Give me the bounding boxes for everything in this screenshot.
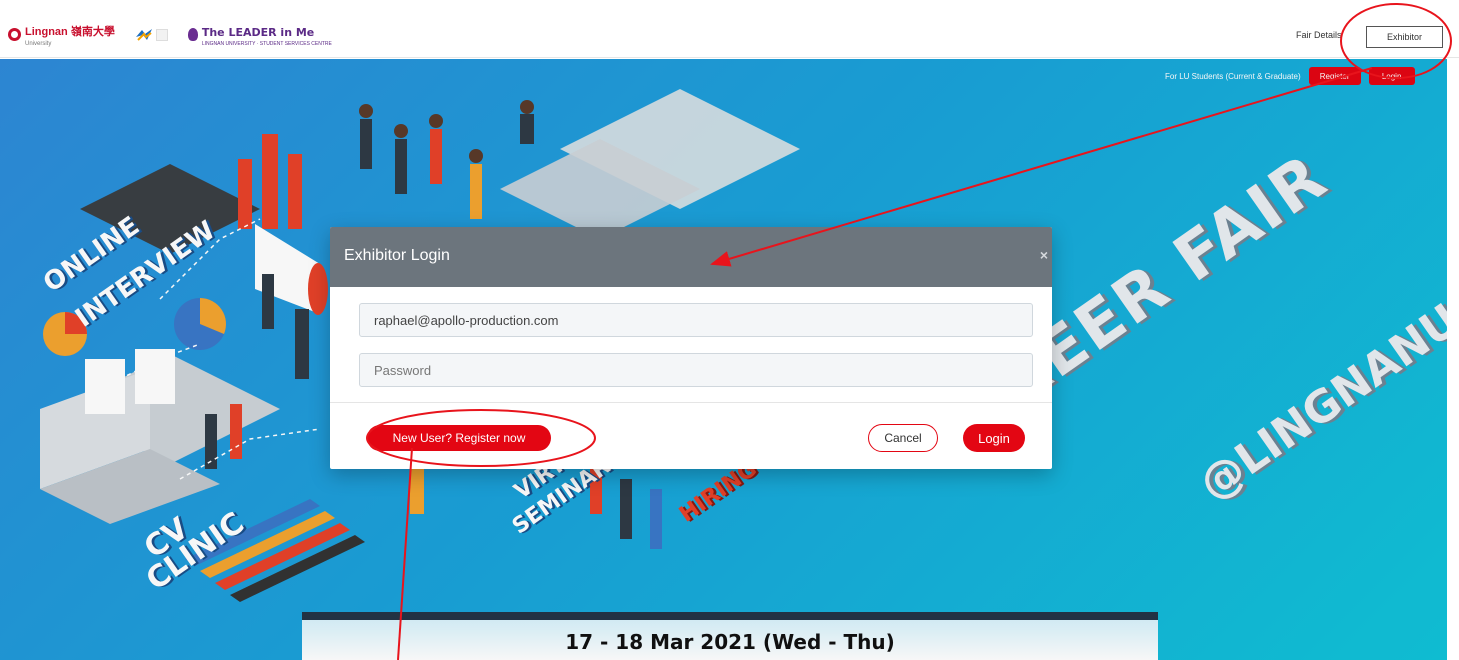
modal-header: Exhibitor Login ×: [330, 227, 1052, 287]
modal-footer: New User? Register now Cancel Login: [330, 403, 1052, 469]
modal-body: raphael@apollo-production.com Password: [330, 287, 1052, 403]
exhibitor-login-modal: Exhibitor Login × raphael@apollo-product…: [330, 227, 1052, 469]
cancel-button[interactable]: Cancel: [868, 424, 938, 452]
lingnan-logo-text: Lingnan 嶺南大學: [25, 26, 115, 38]
new-user-register-button[interactable]: New User? Register now: [367, 425, 551, 451]
nav-fair-details[interactable]: Fair Details: [1296, 30, 1342, 40]
ssc-logo[interactable]: [135, 28, 168, 42]
top-header: Lingnan 嶺南大學 University The LEADER in Me…: [0, 0, 1459, 58]
close-icon[interactable]: ×: [1040, 247, 1048, 263]
email-input[interactable]: raphael@apollo-production.com: [359, 303, 1033, 337]
leader-in-me-logo[interactable]: The LEADER in Me LINGNAN UNIVERSITY · ST…: [187, 23, 332, 47]
modal-title: Exhibitor Login: [344, 247, 450, 264]
password-input[interactable]: Password: [359, 353, 1033, 387]
logo-group: Lingnan 嶺南大學 University The LEADER in Me…: [8, 22, 332, 47]
login-button[interactable]: Login: [963, 424, 1025, 452]
ssc-emblem-icon: [135, 28, 152, 41]
nav-exhibitor-button[interactable]: Exhibitor: [1366, 26, 1443, 48]
ssc-badge-icon: [155, 28, 168, 41]
lingnan-logo-subtext: University: [25, 41, 52, 47]
lingnan-logo[interactable]: Lingnan 嶺南大學 University: [8, 22, 115, 47]
leader-logo-text: The LEADER in Me: [201, 25, 315, 39]
lingnan-emblem-icon: [8, 28, 21, 41]
lightbulb-icon: [187, 28, 198, 41]
leader-logo-subtext: LINGNAN UNIVERSITY · STUDENT SERVICES CE…: [201, 40, 332, 47]
